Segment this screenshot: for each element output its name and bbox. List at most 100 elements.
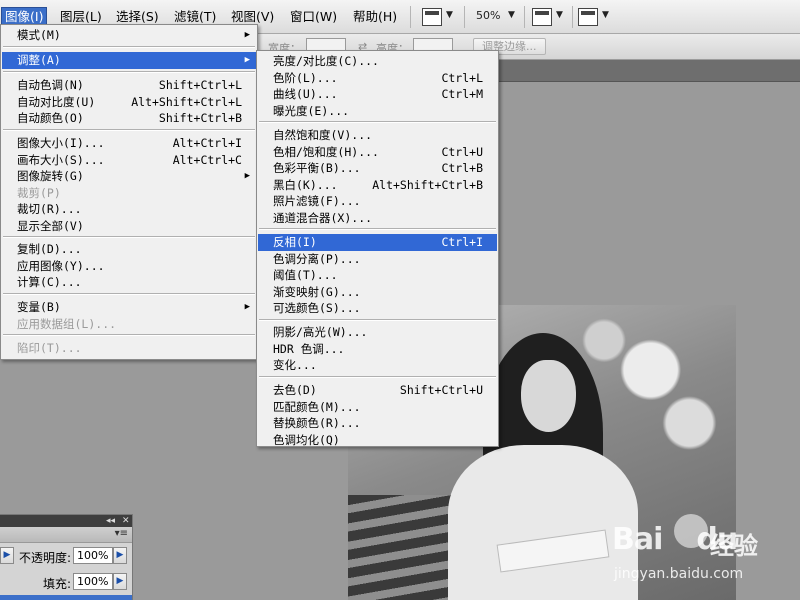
- screen-view-icon[interactable]: [578, 8, 598, 26]
- menu-item-shadows-highlights[interactable]: 阴影/高光(W)...: [258, 324, 497, 341]
- menu-item-auto-tone[interactable]: 自动色调(N) Shift+Ctrl+L: [2, 77, 256, 94]
- menu-item-label: 曝光度(E)...: [273, 103, 350, 118]
- menu-item-label: 画布大小(S)...: [17, 152, 105, 167]
- menu-item-photo-filter[interactable]: 照片滤镜(F)...: [258, 193, 497, 210]
- menu-item-brightness-contrast[interactable]: 亮度/对比度(C)...: [258, 53, 497, 70]
- menu-item-equalize[interactable]: 色调均化(Q): [258, 432, 497, 449]
- menu-item-replace-color[interactable]: 替换颜色(R)...: [258, 415, 497, 432]
- menu-item-auto-color[interactable]: 自动颜色(O) Shift+Ctrl+B: [2, 110, 256, 127]
- menu-item-label: 色相/饱和度(H)...: [273, 144, 379, 159]
- menu-item-label: 色阶(L)...: [273, 70, 338, 85]
- menu-item-invert[interactable]: 反相(I) Ctrl+I: [258, 234, 497, 251]
- submenu-arrow-icon: ▶: [244, 171, 250, 181]
- chevron-down-icon[interactable]: ▼: [446, 10, 453, 20]
- menu-item-variables[interactable]: 变量(B) ▶: [2, 299, 256, 316]
- menu-item-image-rotation[interactable]: 图像旋转(G) ▶: [2, 168, 256, 185]
- fill-slider-button[interactable]: ▶: [113, 573, 127, 590]
- menu-item-trim[interactable]: 裁切(R)...: [2, 201, 256, 218]
- menu-separator: [259, 228, 496, 230]
- collapse-icon[interactable]: ◂◂: [106, 515, 115, 527]
- arrange-documents-icon[interactable]: [532, 8, 552, 26]
- close-icon[interactable]: ✕: [122, 515, 130, 527]
- menu-item-gradient-map[interactable]: 渐变映射(G)...: [258, 284, 497, 301]
- menu-item-vibrance[interactable]: 自然饱和度(V)...: [258, 127, 497, 144]
- menu-item-selective-color[interactable]: 可选颜色(S)...: [258, 300, 497, 317]
- menu-item-adjustments[interactable]: 调整(A) ▶: [2, 52, 256, 69]
- menu-separator: [3, 334, 255, 336]
- menu-item-desaturate[interactable]: 去色(D) Shift+Ctrl+U: [258, 382, 497, 399]
- menu-item-label: 陷印(T)...: [17, 341, 82, 355]
- menubar-item-help[interactable]: 帮助(H): [350, 8, 400, 26]
- menu-item-apply-data-set: 应用数据组(L)...: [2, 316, 256, 333]
- menu-item-hue-saturation[interactable]: 色相/饱和度(H)... Ctrl+U: [258, 144, 497, 161]
- toolbar-separator: [410, 6, 411, 28]
- opacity-field[interactable]: 100%: [73, 547, 113, 564]
- menu-item-label: 照片滤镜(F)...: [273, 194, 361, 208]
- menu-item-image-size[interactable]: 图像大小(I)... Alt+Ctrl+I: [2, 135, 256, 152]
- menu-item-shortcut: Ctrl+B: [441, 161, 483, 175]
- menu-item-reveal-all[interactable]: 显示全部(V): [2, 218, 256, 235]
- menu-separator: [3, 129, 255, 131]
- menu-item-threshold[interactable]: 阈值(T)...: [258, 267, 497, 284]
- menu-item-shortcut: Ctrl+U: [441, 144, 483, 159]
- menu-item-channel-mixer[interactable]: 通道混合器(X)...: [258, 210, 497, 227]
- blend-mode-dropdown[interactable]: ▶: [0, 547, 14, 564]
- menu-item-variations[interactable]: 变化...: [258, 357, 497, 374]
- photo-body: [448, 445, 638, 600]
- menu-item-mode[interactable]: 模式(M) ▶: [2, 27, 256, 44]
- menu-item-label: HDR 色调...: [273, 341, 345, 356]
- submenu-arrow-icon: ▶: [244, 30, 250, 40]
- menu-item-shortcut: Ctrl+L: [441, 70, 483, 85]
- menu-item-label: 裁剪(P): [17, 185, 61, 200]
- toolbar-separator: [524, 6, 525, 28]
- menu-item-label: 变化...: [273, 358, 317, 372]
- menu-item-hdr-toning[interactable]: HDR 色调...: [258, 341, 497, 358]
- menu-item-levels[interactable]: 色阶(L)... Ctrl+L: [258, 70, 497, 87]
- submenu-arrow-icon: ▶: [244, 55, 250, 65]
- menu-item-duplicate[interactable]: 复制(D)...: [2, 241, 256, 258]
- zoom-level[interactable]: 50%: [476, 9, 500, 22]
- menu-item-canvas-size[interactable]: 画布大小(S)... Alt+Ctrl+C: [2, 152, 256, 169]
- screen-mode-icon[interactable]: [422, 8, 442, 26]
- selected-layer-strip[interactable]: [0, 595, 132, 600]
- menu-item-crop: 裁剪(P): [2, 185, 256, 202]
- chevron-down-icon[interactable]: ▼: [508, 10, 515, 20]
- chevron-down-icon[interactable]: ▼: [602, 10, 609, 20]
- menu-item-calculations[interactable]: 计算(C)...: [2, 274, 256, 291]
- menu-item-label: 应用数据组(L)...: [17, 316, 117, 331]
- menu-item-label: 阴影/高光(W)...: [273, 325, 368, 339]
- opacity-slider-button[interactable]: ▶: [113, 547, 127, 564]
- menu-item-label: 计算(C)...: [17, 275, 82, 289]
- menu-item-shortcut: Ctrl+I: [441, 235, 483, 249]
- menu-separator: [3, 236, 255, 238]
- menu-item-label: 通道混合器(X)...: [273, 210, 373, 225]
- menu-item-auto-contrast[interactable]: 自动对比度(U) Alt+Shift+Ctrl+L: [2, 94, 256, 111]
- menubar-item-window[interactable]: 窗口(W): [287, 8, 340, 26]
- menu-item-color-balance[interactable]: 色彩平衡(B)... Ctrl+B: [258, 160, 497, 177]
- menu-item-label: 替换颜色(R)...: [273, 416, 361, 430]
- menu-item-posterize[interactable]: 色调分离(P)...: [258, 251, 497, 268]
- menu-item-shortcut: Alt+Shift+Ctrl+L: [131, 94, 242, 109]
- menu-item-shortcut: Shift+Ctrl+U: [399, 383, 483, 397]
- menu-item-label: 黑白(K)...: [273, 177, 338, 192]
- menu-item-label: 阈值(T)...: [273, 268, 338, 282]
- menu-item-label: 色调分离(P)...: [273, 251, 361, 266]
- menu-item-label: 亮度/对比度(C)...: [273, 54, 379, 68]
- fill-field[interactable]: 100%: [73, 573, 113, 590]
- menu-item-match-color[interactable]: 匹配颜色(M)...: [258, 399, 497, 416]
- chevron-down-icon[interactable]: ▼: [556, 10, 563, 20]
- menu-item-black-white[interactable]: 黑白(K)... Alt+Shift+Ctrl+B: [258, 177, 497, 194]
- menu-separator: [259, 121, 496, 123]
- menu-item-exposure[interactable]: 曝光度(E)...: [258, 103, 497, 120]
- menu-item-label: 模式(M): [17, 28, 61, 42]
- menu-item-curves[interactable]: 曲线(U)... Ctrl+M: [258, 86, 497, 103]
- menu-item-shortcut: Shift+Ctrl+L: [158, 78, 242, 92]
- layers-panel: ◂◂ ✕ ▾≡ ▶ 不透明度: 100% ▶ 填充: 100% ▶: [0, 514, 133, 600]
- menu-item-label: 自然饱和度(V)...: [273, 128, 373, 142]
- menu-item-apply-image[interactable]: 应用图像(Y)...: [2, 258, 256, 275]
- menu-item-label: 去色(D): [273, 383, 317, 397]
- panel-menu-icon[interactable]: ▾≡: [115, 528, 128, 539]
- menu-item-shortcut: Alt+Ctrl+C: [172, 152, 242, 167]
- menu-item-label: 色调均化(Q): [273, 432, 340, 447]
- photo-face: [521, 360, 576, 432]
